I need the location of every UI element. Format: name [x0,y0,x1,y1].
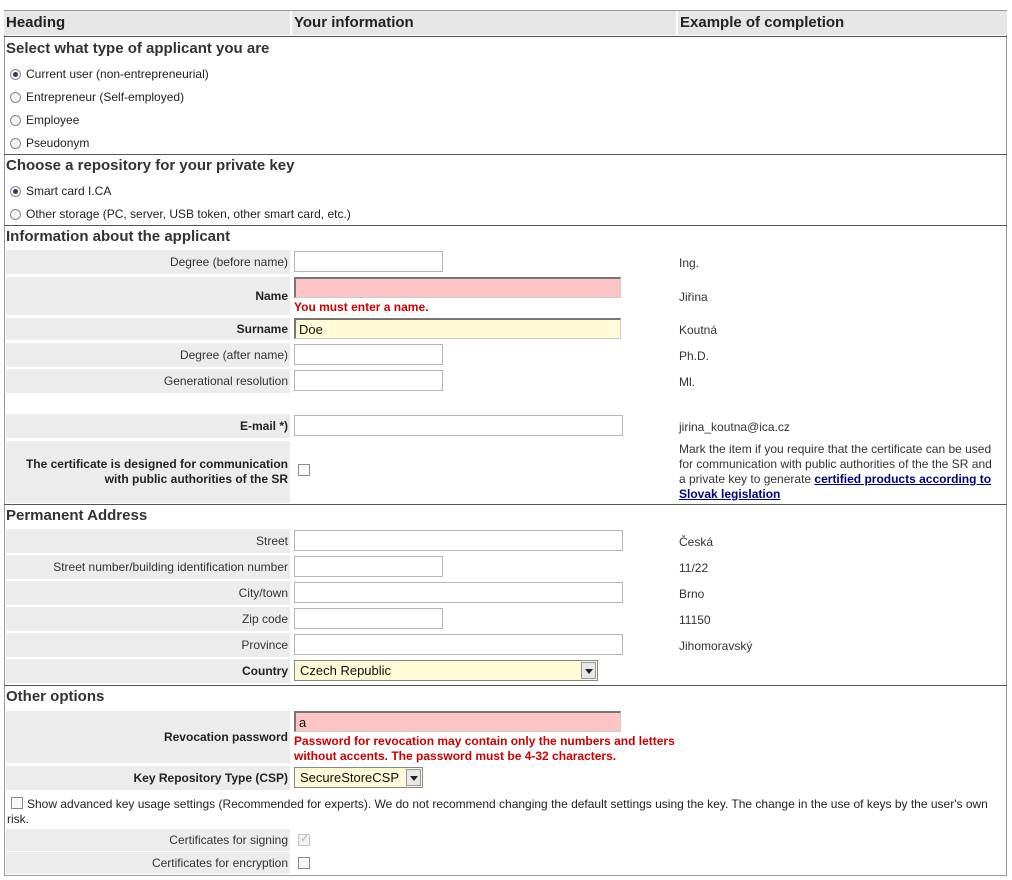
surname-input[interactable] [294,318,621,339]
example-degree-after: Ph.D. [679,349,710,363]
example-public-authorities-line2: for communication with public authoritie… [679,457,992,471]
example-city: Brno [679,587,705,601]
example-public-authorities-line3: a private key to generate [679,472,815,486]
province-input[interactable] [294,634,623,655]
header-example: Example of completion [678,11,1007,35]
advanced-settings-line1: Show advanced key usage settings (Recomm… [27,797,963,811]
csp-select-value: SecureStoreCSP [300,770,399,785]
example-public-authorities: Mark the item if you require that the ce… [679,442,992,502]
radio-current-user[interactable]: Current user (non-entrepreneurial) [10,67,209,81]
certified-products-link[interactable]: certified products according to [814,472,991,486]
example-name: Jiřina [679,290,708,304]
radio-button[interactable] [10,137,21,149]
radio-label: Smart card I.CA [26,184,112,198]
slovak-legislation-link[interactable]: Slovak legislation [679,487,780,501]
radio-button[interactable] [10,208,21,220]
header-your-information: Your information [292,11,676,35]
section-title-applicant-type: Select what type of applicant you are [6,40,270,57]
table-header: Heading Your information Example of comp… [4,11,1007,37]
example-street-number: 11/22 [679,561,709,575]
advanced-settings-text: Show advanced key usage settings (Recomm… [7,797,997,827]
example-email: jirina_koutna@ica.cz [679,420,790,434]
radio-button-checked[interactable] [10,185,21,197]
revocation-password-error: Password for revocation may contain only… [294,734,675,764]
name-error: You must enter a name. [294,300,429,314]
radio-button[interactable] [10,91,21,103]
name-input[interactable] [294,277,621,298]
example-degree-before: Ing. [679,256,700,270]
csp-select[interactable]: SecureStoreCSP [294,767,423,788]
radio-pseudonym[interactable]: Pseudonym [10,136,89,150]
label-public-authorities-line1: The certificate is designed for communic… [25,457,288,471]
radio-label: Entrepreneur (Self-employed) [26,90,185,104]
divider [4,685,1007,686]
zip-input[interactable] [294,608,443,629]
section-title-applicant-info: Information about the applicant [6,228,231,245]
section-title-other-options: Other options [6,688,105,705]
label-generational: Generational resolution [6,369,290,393]
radio-entrepreneur[interactable]: Entrepreneur (Self-employed) [10,90,184,104]
example-province: Jihomoravský [679,639,753,653]
chevron-down-icon[interactable] [406,769,421,786]
label-encryption: Certificates for encryption [6,852,290,874]
revocation-password-input[interactable] [294,711,621,732]
street-input[interactable] [294,530,623,551]
label-public-authorities-line2: with public authorities of the SR [104,472,288,486]
public-authorities-checkbox[interactable] [298,464,310,476]
revocation-error-line2: without accents. The password must be 4-… [294,749,617,763]
example-zip: 11150 [679,613,711,627]
example-street: Česká [679,535,714,549]
example-surname: Koutná [679,323,718,337]
label-country: Country [6,659,290,683]
label-public-authorities: The certificate is designed for communic… [6,441,290,503]
label-city: City/town [6,581,290,605]
section-title-repository: Choose a repository for your private key [6,157,295,174]
label-csp: Key Repository Type (CSP) [6,766,290,790]
degree-after-input[interactable] [294,344,443,365]
street-number-input[interactable] [294,556,443,577]
chevron-down-icon[interactable] [581,662,596,679]
country-select-value: Czech Republic [300,663,392,678]
email-input[interactable] [294,415,623,436]
signing-checkbox [298,832,310,846]
generational-input[interactable] [294,370,443,391]
divider [4,36,1007,37]
radio-label: Employee [26,113,80,127]
label-revocation-password: Revocation password [6,711,290,763]
radio-employee[interactable]: Employee [10,113,79,127]
city-input[interactable] [294,582,623,603]
divider [4,154,1007,155]
radio-smart-card[interactable]: Smart card I.CA [10,184,111,198]
label-signing: Certificates for signing [6,829,290,851]
label-email: E-mail *) [6,414,290,438]
example-generational: Ml. [679,375,695,389]
revocation-error-line1: Password for revocation may contain only… [294,734,675,748]
label-degree-before: Degree (before name) [6,250,290,274]
label-name: Name [6,277,290,315]
degree-before-input[interactable] [294,251,443,272]
radio-button[interactable] [10,114,21,126]
label-surname: Surname [6,318,290,340]
header-heading: Heading [4,11,290,35]
example-public-authorities-line1: Mark the item if you require that the ce… [679,442,992,456]
radio-label: Pseudonym [26,136,90,150]
divider [4,504,1007,505]
country-select[interactable]: Czech Republic [294,660,598,681]
radio-button-checked[interactable] [10,68,21,80]
radio-other-storage[interactable]: Other storage (PC, server, USB token, ot… [10,207,351,221]
radio-label: Current user (non-entrepreneurial) [26,67,209,81]
label-street: Street [6,529,290,553]
label-street-number: Street number/building identification nu… [6,555,290,579]
encryption-checkbox[interactable] [298,857,310,869]
label-zip: Zip code [6,607,290,631]
label-province: Province [6,633,290,657]
label-degree-after: Degree (after name) [6,343,290,367]
divider [4,225,1007,226]
section-title-address: Permanent Address [6,507,148,524]
radio-label: Other storage (PC, server, USB token, ot… [26,207,351,221]
